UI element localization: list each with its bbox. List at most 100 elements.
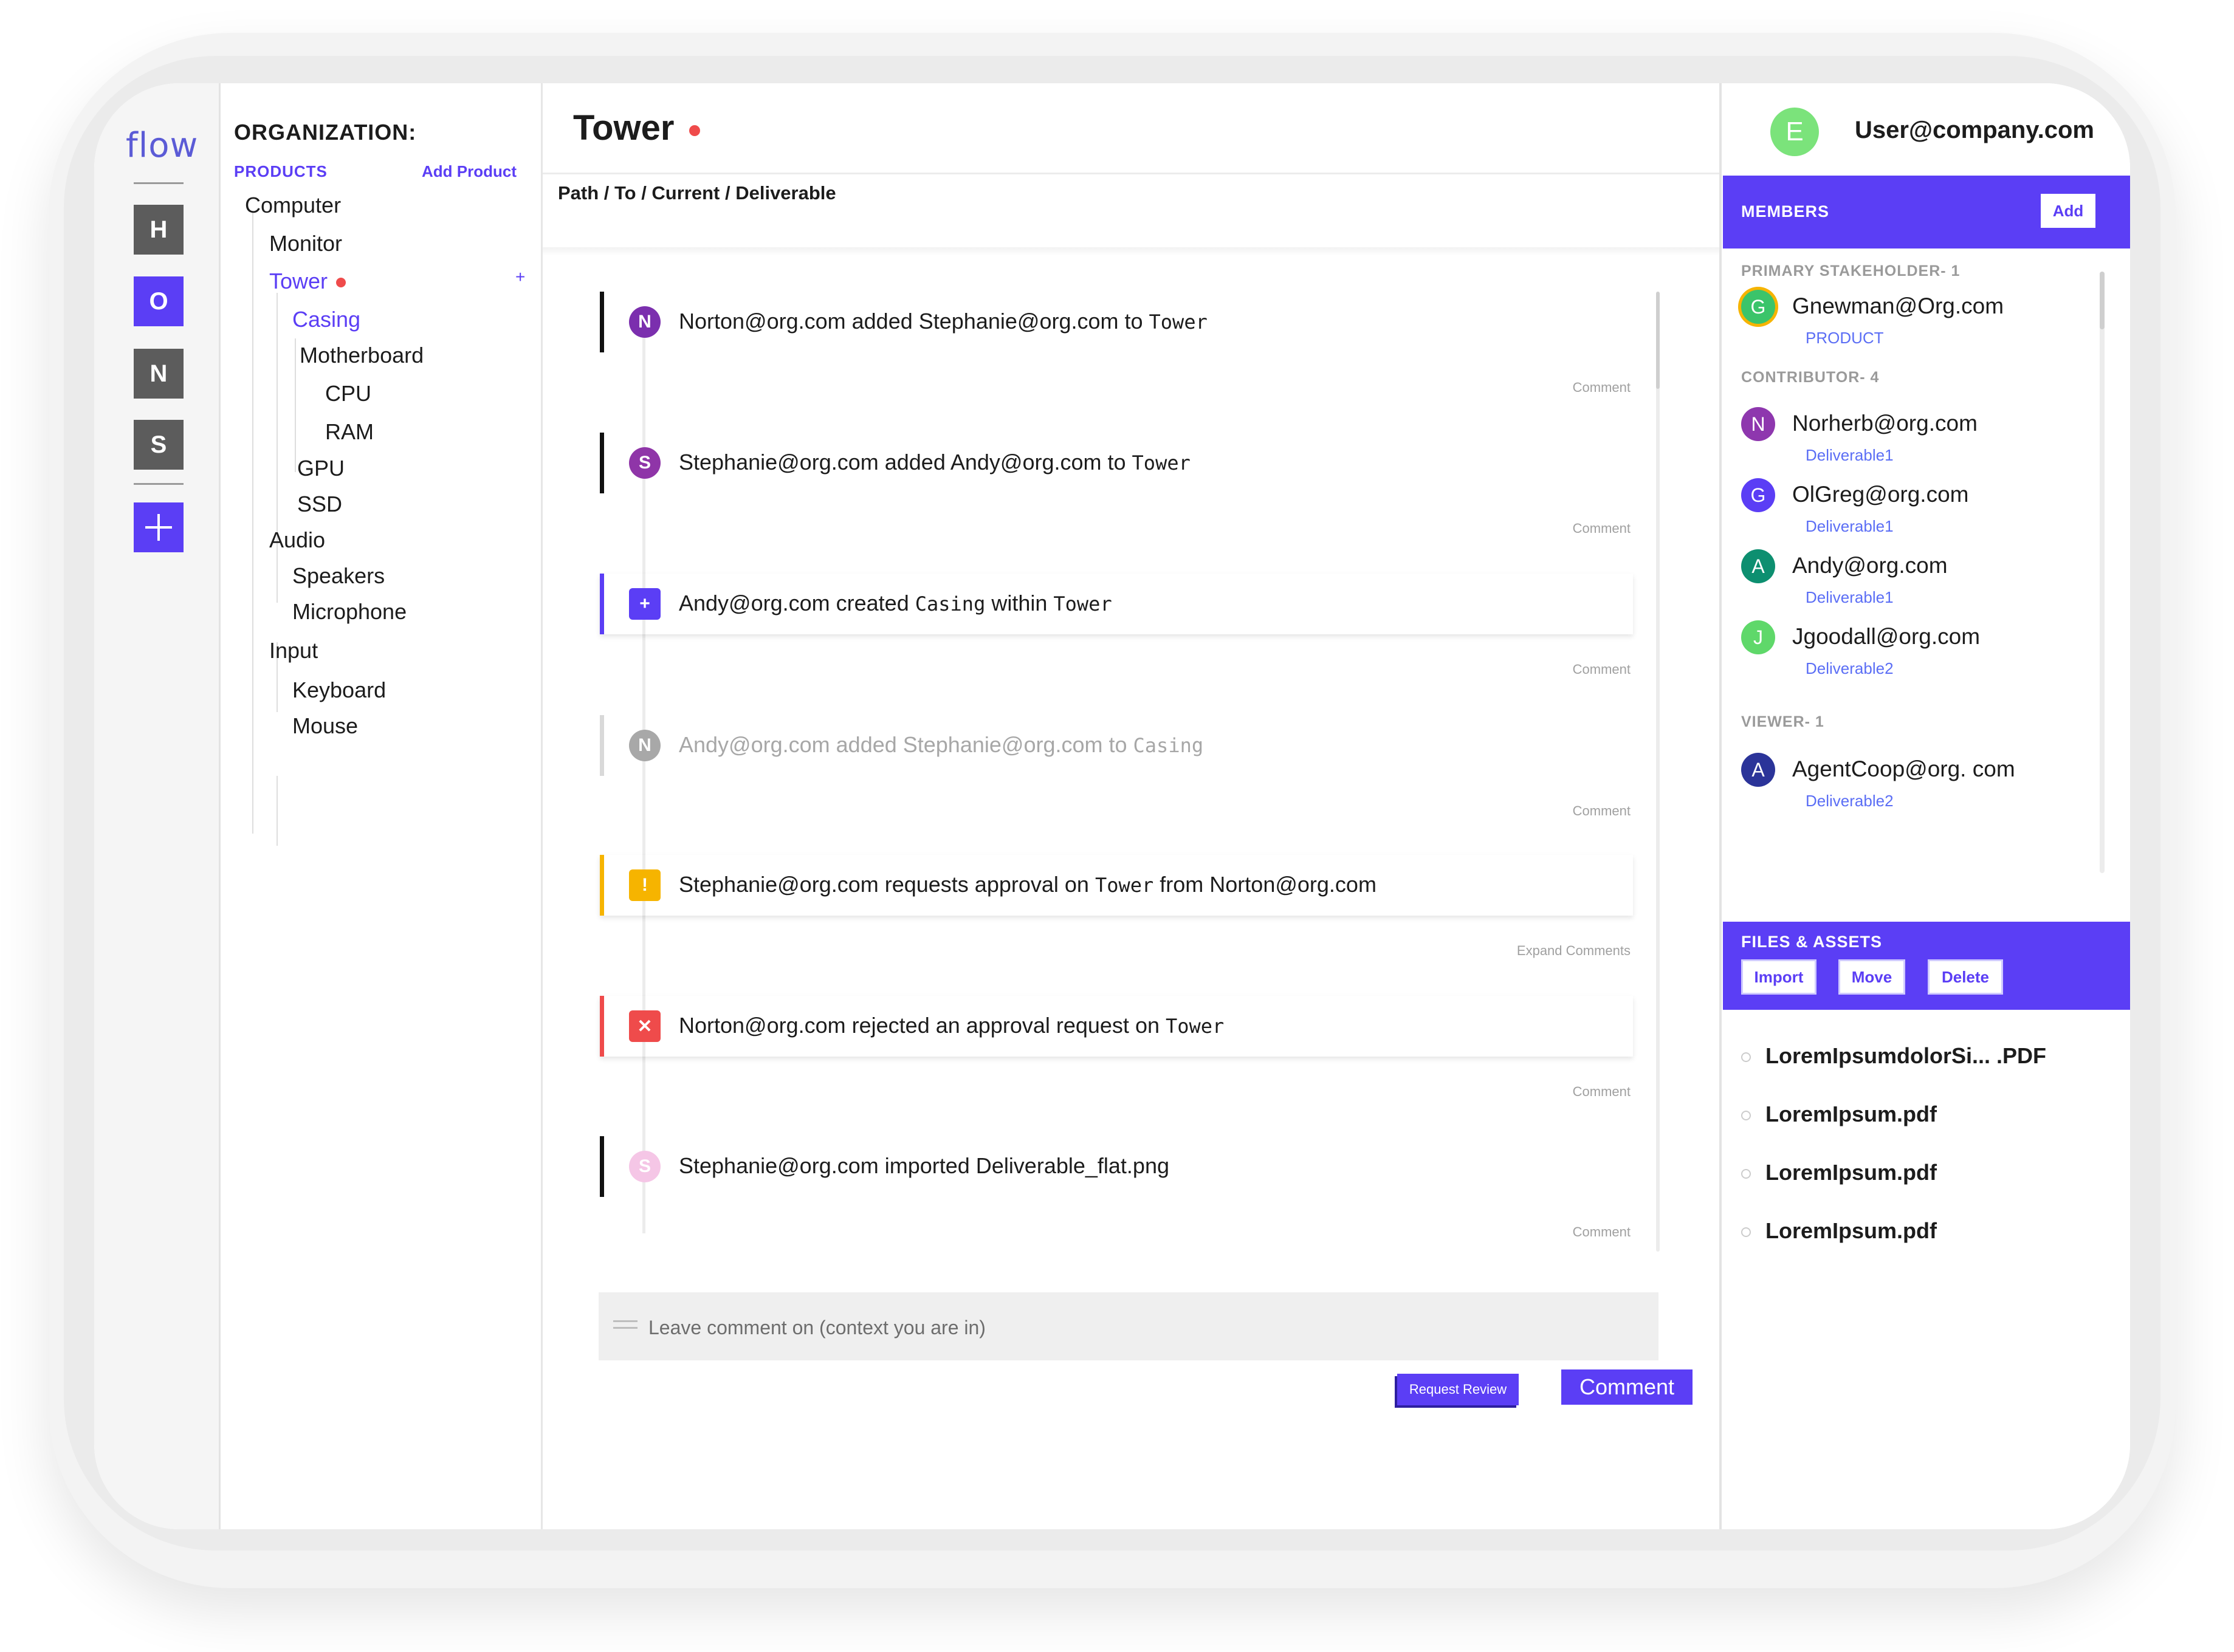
- tree-node-ram[interactable]: RAM: [325, 419, 374, 445]
- workspace-s-button[interactable]: S: [134, 420, 184, 470]
- member-row[interactable]: J Jgoodall@org.com Deliverable2: [1741, 620, 2081, 678]
- tree-node-keyboard[interactable]: Keyboard: [292, 677, 386, 703]
- comment-submit-button[interactable]: Comment: [1561, 1369, 1693, 1405]
- workspace-h-button[interactable]: H: [134, 205, 184, 255]
- add-workspace-button[interactable]: [134, 502, 184, 552]
- members-scrollbar[interactable]: [2100, 272, 2105, 873]
- member-role[interactable]: Deliverable1: [1806, 517, 1894, 536]
- tree-node-microphone[interactable]: Microphone: [292, 599, 407, 625]
- file-item[interactable]: LoremIpsum.pdf: [1741, 1102, 1937, 1127]
- rail-divider: [134, 483, 184, 485]
- tree-guide: [277, 293, 278, 603]
- file-item[interactable]: LoremIpsum.pdf: [1741, 1160, 1937, 1185]
- tree-node-casing[interactable]: Casing: [292, 307, 360, 332]
- file-name: LoremIpsum.pdf: [1765, 1160, 1937, 1185]
- tree-node-audio[interactable]: Audio: [269, 527, 325, 553]
- scrollbar-thumb[interactable]: [2100, 272, 2105, 329]
- member-role[interactable]: Deliverable1: [1806, 446, 1894, 465]
- member-email: OlGreg@org.com: [1792, 482, 1969, 507]
- files-header: FILES & ASSETS Import Move Delete: [1723, 922, 2130, 1010]
- tree-node-computer[interactable]: Computer: [245, 193, 341, 218]
- tree-node-motherboard[interactable]: Motherboard: [300, 343, 424, 368]
- file-radio-icon[interactable]: [1741, 1169, 1751, 1179]
- file-name: LoremIpsum.pdf: [1765, 1102, 1937, 1126]
- activity-event[interactable]: S Stephanie@org.com added Andy@org.com to…: [600, 433, 1633, 493]
- tree-node-label: Tower: [269, 269, 328, 293]
- avatar: G: [1741, 478, 1775, 512]
- tree-node-speakers[interactable]: Speakers: [292, 563, 385, 589]
- comment-link[interactable]: Comment: [1573, 803, 1631, 819]
- tree-node-input[interactable]: Input: [269, 638, 318, 663]
- activity-event[interactable]: ✕ Norton@org.com rejected an approval req…: [600, 996, 1633, 1057]
- add-child-button[interactable]: +: [515, 267, 525, 287]
- comment-box: [599, 1292, 1658, 1360]
- activity-event[interactable]: ! Stephanie@org.com requests approval on …: [600, 855, 1633, 916]
- request-review-button[interactable]: Request Review: [1397, 1374, 1519, 1405]
- activity-panel: Tower Path / To / Current / Deliverable …: [543, 83, 1722, 1529]
- comment-link[interactable]: Comment: [1573, 1084, 1631, 1100]
- activity-event[interactable]: S Stephanie@org.com imported Deliverable_…: [600, 1136, 1633, 1197]
- comment-input[interactable]: [647, 1311, 1620, 1345]
- products-label: PRODUCTS: [234, 162, 328, 180]
- tree-node-cpu[interactable]: CPU: [325, 381, 371, 406]
- user-avatar[interactable]: E: [1770, 108, 1819, 156]
- comment-link[interactable]: Comment: [1573, 1224, 1631, 1240]
- event-accent-bar: [600, 574, 604, 634]
- rail-divider: [134, 182, 184, 184]
- import-button[interactable]: Import: [1741, 959, 1816, 995]
- viewer-label: VIEWER- 1: [1741, 713, 1824, 730]
- member-role[interactable]: Deliverable1: [1806, 588, 1894, 607]
- avatar: S: [629, 1151, 661, 1182]
- tree-node-tower[interactable]: Tower: [269, 269, 346, 294]
- file-radio-icon[interactable]: [1741, 1111, 1751, 1121]
- workspace-o-button[interactable]: O: [134, 276, 184, 326]
- expand-comments-link[interactable]: Expand Comments: [1517, 943, 1631, 959]
- scrollbar-thumb[interactable]: [1656, 292, 1660, 389]
- member-row[interactable]: A AgentCoop@org. com Deliverable2: [1741, 753, 2081, 810]
- app-logo[interactable]: flow: [126, 126, 198, 165]
- file-item[interactable]: LoremIpsum.pdf: [1741, 1218, 1937, 1244]
- comment-link[interactable]: Comment: [1573, 521, 1631, 536]
- activity-event[interactable]: N Andy@org.com added Stephanie@org.com to…: [600, 715, 1633, 776]
- file-radio-icon[interactable]: [1741, 1227, 1751, 1238]
- event-type-icon: !: [629, 869, 661, 901]
- move-button[interactable]: Move: [1838, 959, 1905, 995]
- files-title: FILES & ASSETS: [1741, 933, 1883, 951]
- member-row[interactable]: A Andy@org.com Deliverable1: [1741, 549, 2081, 607]
- event-accent-bar: [600, 996, 604, 1057]
- workspace-n-button[interactable]: N: [134, 349, 184, 399]
- avatar: A: [1741, 549, 1775, 583]
- text-lines-icon: [613, 1320, 638, 1334]
- tree-node-ssd[interactable]: SSD: [297, 492, 342, 517]
- member-primary[interactable]: G Gnewman@Org.com PRODUCT: [1741, 290, 2081, 347]
- user-email[interactable]: User@company.com: [1855, 117, 2094, 144]
- status-dot: [336, 278, 346, 288]
- workspace-rail: flow H O N S: [94, 83, 221, 1529]
- add-member-button[interactable]: Add: [2041, 194, 2095, 228]
- delete-button[interactable]: Delete: [1928, 959, 2003, 995]
- feed-scrollbar[interactable]: [1656, 292, 1660, 1252]
- activity-event[interactable]: N Norton@org.com added Stephanie@org.com …: [600, 292, 1633, 352]
- comment-link[interactable]: Comment: [1573, 380, 1631, 396]
- tree-node-gpu[interactable]: GPU: [297, 456, 345, 481]
- activity-event[interactable]: + Andy@org.com created Casing within Towe…: [600, 574, 1633, 634]
- member-role[interactable]: Deliverable2: [1806, 792, 1894, 811]
- member-row[interactable]: N Norherb@org.com Deliverable1: [1741, 407, 2081, 465]
- tree-node-mouse[interactable]: Mouse: [292, 713, 358, 739]
- member-role[interactable]: Deliverable2: [1806, 659, 1894, 678]
- event-accent-bar: [600, 433, 604, 493]
- organization-title: ORGANIZATION:: [234, 120, 417, 145]
- file-radio-icon[interactable]: [1741, 1052, 1751, 1063]
- comment-link[interactable]: Comment: [1573, 662, 1631, 677]
- file-item[interactable]: LoremIpsumdolorSi... .PDF: [1741, 1043, 2046, 1069]
- tree-guide: [295, 338, 296, 472]
- member-row[interactable]: G OlGreg@org.com Deliverable1: [1741, 478, 2081, 536]
- event-accent-bar: [600, 855, 604, 916]
- event-accent-bar: [600, 715, 604, 776]
- tree-node-monitor[interactable]: Monitor: [269, 231, 342, 256]
- member-role: PRODUCT: [1806, 329, 1884, 347]
- event-text: Stephanie@org.com added Andy@org.com to …: [679, 450, 1191, 475]
- contributor-label: CONTRIBUTOR- 4: [1741, 369, 1880, 386]
- add-product-link[interactable]: Add Product: [422, 162, 517, 181]
- breadcrumb[interactable]: Path / To / Current / Deliverable: [558, 182, 836, 204]
